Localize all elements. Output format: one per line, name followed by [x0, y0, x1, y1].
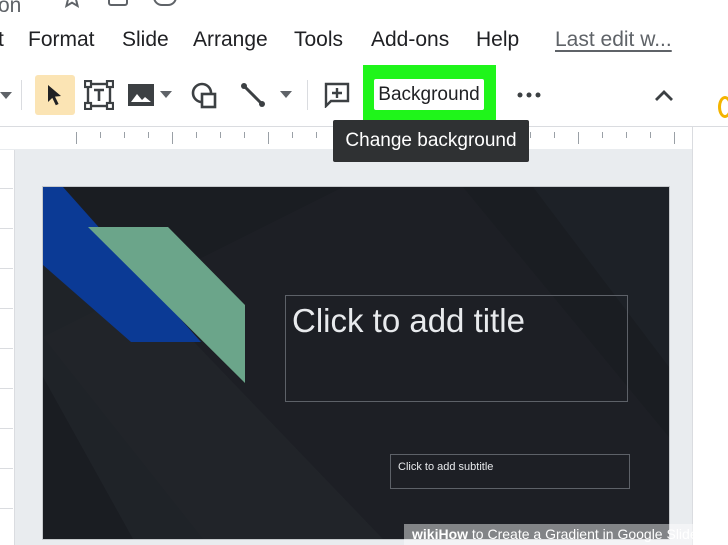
select-cursor-icon[interactable]: [35, 75, 75, 115]
background-tooltip: Change background: [333, 120, 529, 162]
menu-tools[interactable]: Tools: [294, 24, 343, 56]
side-panel: [692, 127, 728, 545]
shape-icon[interactable]: [187, 78, 221, 112]
background-button[interactable]: Background: [374, 79, 484, 110]
ruler-tick: [148, 132, 149, 138]
text-box-icon[interactable]: [82, 78, 116, 112]
document-title-partial[interactable]: on: [0, 0, 21, 22]
ruler-tick: [554, 132, 555, 138]
comment-icon[interactable]: [322, 80, 352, 110]
menu-insert[interactable]: t: [0, 24, 4, 56]
ruler-tick: [196, 132, 197, 138]
ruler-tick: [316, 132, 317, 138]
title-placeholder[interactable]: Click to add title: [285, 295, 628, 402]
ruler-tick: [530, 132, 531, 138]
ruler-tick: [292, 132, 293, 138]
ruler-tick: [268, 132, 269, 144]
ruler-tick: [172, 132, 173, 144]
subtitle-placeholder-text: Click to add subtitle: [398, 461, 494, 473]
menu-bar: t Format Slide Arrange Tools Add-ons Hel…: [0, 24, 728, 56]
line-icon[interactable]: [236, 78, 270, 112]
last-edit-link[interactable]: Last edit w...: [555, 24, 672, 56]
filmstrip-divider: [0, 268, 13, 269]
watermark-brand: wiki: [412, 526, 439, 542]
ruler-tick: [100, 132, 101, 138]
menu-arrange[interactable]: Arrange: [193, 24, 268, 56]
filmstrip-panel[interactable]: [0, 150, 15, 545]
ruler-tick: [674, 132, 675, 144]
move-folder-icon[interactable]: [106, 0, 130, 10]
toolbar-divider: [307, 80, 308, 110]
star-icon[interactable]: [60, 0, 84, 10]
ruler-tick: [220, 132, 221, 138]
ruler-tick: [76, 132, 77, 144]
menu-help[interactable]: Help: [476, 24, 519, 56]
filmstrip-divider: [0, 188, 13, 189]
ruler-tick: [244, 132, 245, 138]
menu-slide[interactable]: Slide: [122, 24, 169, 56]
watermark-how: How: [438, 526, 469, 542]
line-dropdown-icon[interactable]: [278, 86, 296, 104]
title-placeholder-text: Click to add title: [292, 302, 525, 339]
cloud-status-icon[interactable]: [152, 0, 178, 10]
filmstrip-divider: [0, 468, 13, 469]
filmstrip-divider: [0, 388, 13, 389]
ruler-tick: [626, 132, 627, 138]
filmstrip-divider: [0, 428, 13, 429]
filmstrip-divider: [0, 508, 13, 509]
more-icon[interactable]: [514, 84, 544, 106]
wikihow-watermark: wikiHow to Create a Gradient in Google S…: [404, 524, 728, 545]
dropdown-arrow-icon[interactable]: [0, 86, 14, 106]
menu-area: on t Format Slide Arrange Tools Add-ons …: [0, 0, 728, 64]
menu-format[interactable]: Format: [28, 24, 95, 56]
image-icon[interactable]: [126, 80, 156, 110]
collapse-icon[interactable]: [650, 82, 678, 108]
ruler-tick: [124, 132, 125, 138]
filmstrip-divider: [0, 228, 13, 229]
ruler-tick: [578, 132, 579, 144]
filmstrip-divider: [0, 348, 13, 349]
watermark-title: to Create a Gradient in Google Slides: [468, 526, 705, 542]
menu-addons[interactable]: Add-ons: [371, 24, 449, 56]
edge-icon: [718, 96, 728, 118]
slide-canvas[interactable]: Click to add title Click to add subtitle: [43, 187, 669, 539]
ruler-tick: [650, 132, 651, 138]
toolbar-divider: [21, 80, 22, 110]
ruler-tick: [602, 132, 603, 138]
image-dropdown-icon[interactable]: [158, 86, 176, 104]
subtitle-placeholder[interactable]: Click to add subtitle: [390, 454, 630, 489]
filmstrip-divider: [0, 308, 13, 309]
